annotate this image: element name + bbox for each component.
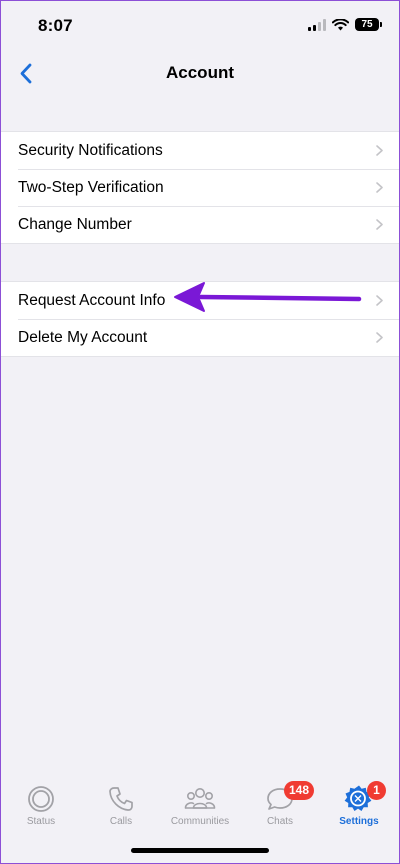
chevron-right-icon [376, 332, 383, 343]
home-indicator [131, 848, 269, 853]
status-icon [28, 786, 54, 812]
navigation-bar: Account [1, 51, 399, 95]
chevron-right-icon [376, 219, 383, 230]
account-settings-group-2: Request Account Info Delete My Account [1, 281, 399, 357]
phone-icon [109, 787, 133, 811]
tab-chats[interactable]: 148 Chats [245, 773, 315, 833]
chevron-right-icon [376, 145, 383, 156]
tab-status[interactable]: Status [6, 773, 76, 833]
wifi-icon [332, 18, 349, 30]
request-account-info-row[interactable]: Request Account Info [1, 282, 399, 319]
change-number-row[interactable]: Change Number [1, 206, 399, 243]
phone-screen: 8:07 75 Account Security Notifications T… [0, 0, 400, 864]
chats-unread-badge: 148 [284, 781, 315, 800]
status-bar: 8:07 75 [1, 1, 399, 51]
communities-icon [184, 788, 216, 809]
battery-icon: 75 [355, 18, 382, 31]
tab-label: Communities [170, 816, 230, 827]
row-label: Delete My Account [18, 328, 148, 346]
cellular-signal-icon [308, 18, 326, 31]
row-label: Change Number [18, 215, 132, 233]
settings-badge: 1 [367, 781, 386, 800]
tab-label: Chats [266, 816, 294, 827]
status-icons: 75 [308, 18, 382, 31]
row-label: Security Notifications [18, 141, 163, 159]
tab-bar: Status Calls Communities 148 Chats 1 Set… [1, 773, 399, 833]
tab-calls[interactable]: Calls [86, 773, 156, 833]
two-step-verification-row[interactable]: Two-Step Verification [1, 169, 399, 206]
delete-my-account-row[interactable]: Delete My Account [1, 319, 399, 356]
account-settings-group-1: Security Notifications Two-Step Verifica… [1, 131, 399, 244]
security-notifications-row[interactable]: Security Notifications [1, 132, 399, 169]
tab-label: Status [26, 816, 56, 827]
tab-label: Settings [339, 816, 379, 827]
row-label: Two-Step Verification [18, 178, 164, 196]
tab-communities[interactable]: Communities [165, 773, 235, 833]
row-label: Request Account Info [18, 291, 166, 309]
tab-settings[interactable]: 1 Settings [324, 773, 394, 833]
page-title: Account [166, 63, 234, 82]
status-time: 8:07 [38, 16, 73, 35]
tab-label: Calls [109, 816, 133, 827]
chevron-right-icon [376, 182, 383, 193]
chevron-right-icon [376, 295, 383, 306]
